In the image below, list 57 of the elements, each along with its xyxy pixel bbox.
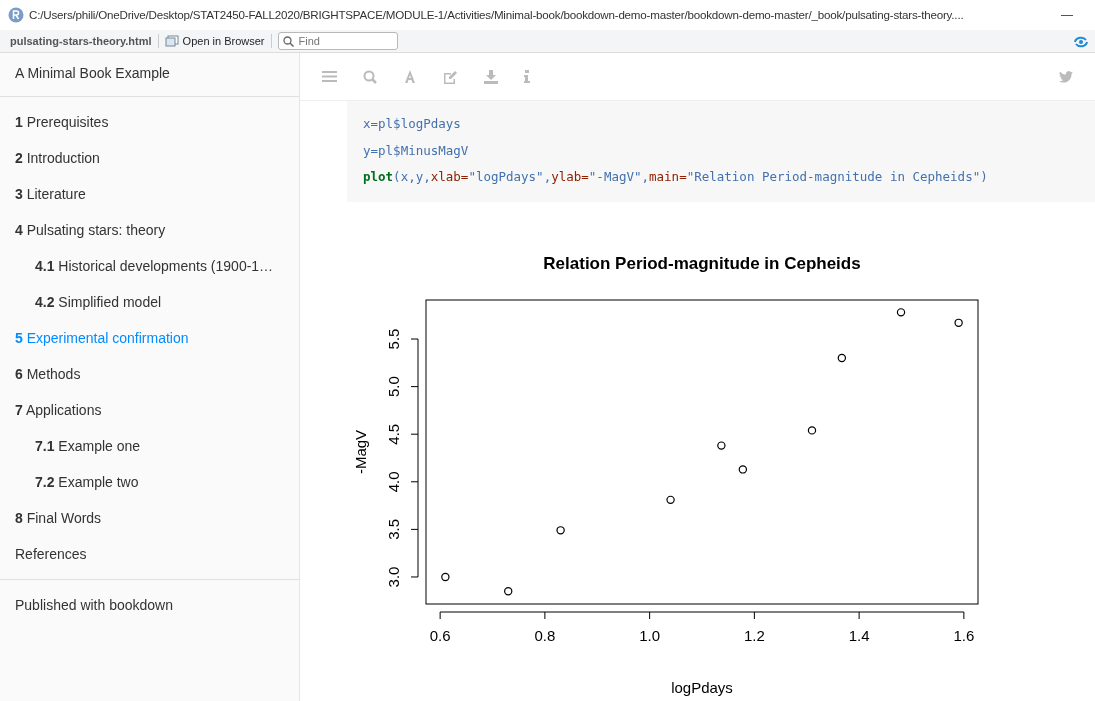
y-tick-label: 5.0 [385, 376, 402, 398]
toc-link[interactable]: 6 Methods [0, 356, 299, 392]
app-logo-icon [8, 7, 24, 23]
data-point [837, 353, 847, 363]
x-tick-label: 1.4 [848, 627, 870, 644]
open-in-browser-button[interactable]: Open in Browser [164, 32, 265, 50]
x-tick-label: 1.0 [639, 627, 661, 644]
font-icon[interactable] [403, 69, 417, 84]
data-point [738, 465, 748, 474]
data-point [954, 318, 963, 328]
edit-icon[interactable] [443, 69, 458, 84]
search-icon[interactable] [363, 69, 377, 84]
browser-window-icon [164, 35, 179, 47]
x-axis-title: logPdays [671, 679, 733, 696]
data-point [504, 587, 513, 596]
y-tick-label: 5.5 [385, 328, 402, 350]
toc-link[interactable]: 1 Prerequisites [0, 104, 299, 140]
toc-link[interactable]: 4.1 Historical developments (1900-1… [0, 248, 299, 284]
sync-icon[interactable] [1073, 34, 1089, 49]
toc-link[interactable]: 3 Literature [0, 176, 299, 212]
data-point [666, 495, 675, 505]
toc-link[interactable]: 4.2 Simplified model [0, 284, 299, 320]
toc-link[interactable]: 8 Final Words [0, 500, 299, 536]
data-point [441, 572, 450, 582]
bird-icon[interactable] [1059, 70, 1073, 83]
data-point [896, 308, 906, 317]
x-tick-label: 0.8 [534, 627, 556, 644]
code-line: x=pl$logPdays [363, 115, 462, 133]
x-tick-label: 1.6 [953, 627, 975, 644]
toc-link[interactable]: 7 Applications [0, 392, 299, 428]
data-point [556, 526, 565, 535]
book-title[interactable]: A Minimal Book Example [15, 65, 170, 81]
y-axis-title: -MagV [352, 429, 369, 475]
menu-icon[interactable] [322, 71, 337, 82]
file-name: pulsating-stars-theory.html [10, 33, 152, 49]
download-icon[interactable] [484, 69, 498, 84]
toc-link[interactable]: 7.1 Example one [0, 428, 299, 464]
y-tick-label: 3.5 [385, 518, 402, 540]
y-tick-label: 4.5 [385, 423, 402, 445]
x-tick-label: 1.2 [743, 627, 765, 644]
x-tick-label: 0.6 [429, 627, 451, 644]
footer-link[interactable]: Published with bookdown [15, 597, 173, 613]
chart-title: Relation Period-magnitude in Cepheids [543, 254, 861, 273]
find-field[interactable]: Find [277, 32, 398, 50]
window-title: C:/Users/phili/OneDrive/Desktop/STAT2450-FALL2020/BRIGHTSPACE/MODULE-1/Activities/Minimal-book/bookdown-demo-master/bookdown-demo-master/_book/pulsating-stars-theory.... [29, 7, 964, 24]
toc-link[interactable]: References [0, 536, 299, 572]
y-tick-label: 4.0 [385, 471, 402, 493]
code-line: y=pl$MinusMagV [363, 141, 470, 160]
data-point [807, 426, 817, 435]
toc-link[interactable]: 2 Introduction [0, 140, 299, 176]
toc-link[interactable]: 7.2 Example two [0, 464, 299, 500]
minimize-icon[interactable] [1061, 15, 1073, 18]
info-icon[interactable] [524, 70, 530, 83]
data-point [717, 441, 726, 450]
y-tick-label: 3.0 [385, 566, 402, 588]
code-line: plot(x,y,xlab="logPdays",ylab="-MagV",main="Relation Period-magnitude in Cepheids") [363, 168, 989, 186]
toc-link[interactable]: 4 Pulsating stars: theory [0, 212, 299, 248]
